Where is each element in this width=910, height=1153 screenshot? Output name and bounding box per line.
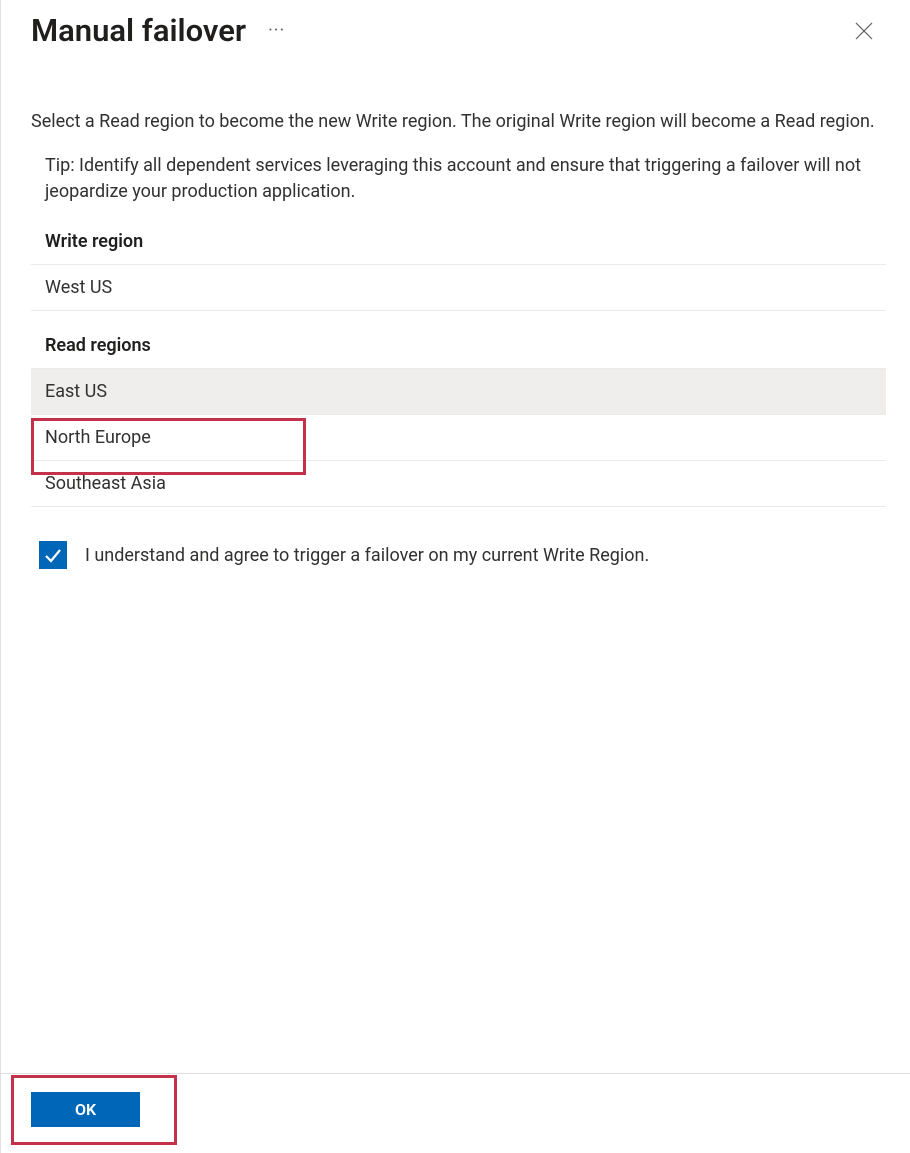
panel-title: Manual failover xyxy=(31,12,246,49)
read-region-row-east-us[interactable]: East US xyxy=(31,369,886,415)
panel-header: Manual failover ··· xyxy=(1,0,910,59)
read-region-row-southeast-asia[interactable]: Southeast Asia xyxy=(31,461,886,507)
region-name: North Europe xyxy=(45,427,151,448)
read-regions-header: Read regions xyxy=(31,335,886,369)
consent-row: I understand and agree to trigger a fail… xyxy=(31,541,886,569)
consent-text: I understand and agree to trigger a fail… xyxy=(85,545,649,566)
panel-footer: OK xyxy=(1,1073,910,1153)
instruction-text: Select a Read region to become the new W… xyxy=(31,109,886,135)
read-region-row-north-europe[interactable]: North Europe xyxy=(31,415,886,461)
panel-content: Select a Read region to become the new W… xyxy=(1,59,910,1073)
write-region-row: West US xyxy=(31,265,886,311)
more-actions-button[interactable]: ··· xyxy=(268,20,285,41)
write-region-header: Write region xyxy=(31,231,886,265)
close-button[interactable] xyxy=(848,15,880,47)
tip-text: Tip: Identify all dependent services lev… xyxy=(31,153,886,205)
consent-checkbox[interactable] xyxy=(39,541,67,569)
region-name: Southeast Asia xyxy=(45,473,166,494)
manual-failover-panel: Manual failover ··· Select a Read region… xyxy=(1,0,910,1153)
close-icon xyxy=(855,22,873,40)
ok-button[interactable]: OK xyxy=(31,1092,140,1127)
region-name: East US xyxy=(45,381,107,402)
checkmark-icon xyxy=(43,545,63,565)
